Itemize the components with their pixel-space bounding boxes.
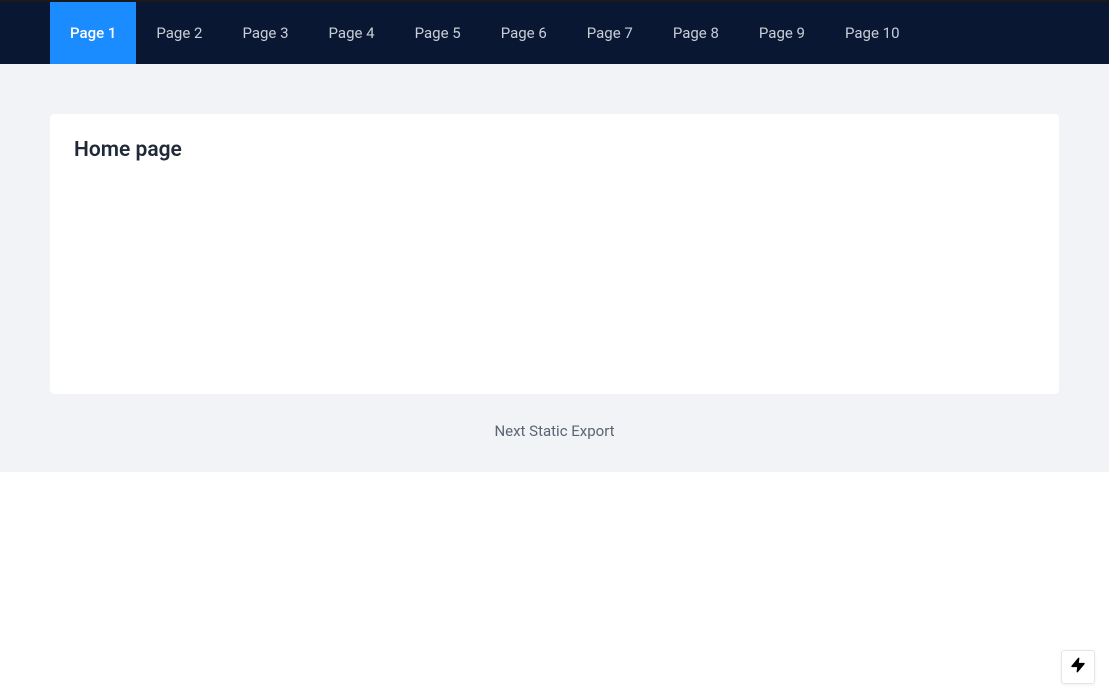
nav-item-label: Page 2 (156, 24, 202, 42)
nav-item-label: Page 5 (415, 24, 461, 42)
page-wrapper: Page 1 Page 2 Page 3 Page 4 Page 5 Page … (0, 0, 1109, 472)
nav-item-page-1[interactable]: Page 1 (50, 2, 136, 64)
footer-text: Next Static Export (494, 422, 614, 440)
nav-item-page-4[interactable]: Page 4 (309, 2, 395, 64)
nav-item-page-2[interactable]: Page 2 (136, 2, 222, 64)
nav-item-label: Page 6 (501, 24, 547, 42)
nav-item-page-6[interactable]: Page 6 (481, 2, 567, 64)
nav-item-page-3[interactable]: Page 3 (222, 2, 308, 64)
nav-item-label: Page 4 (329, 24, 375, 42)
nav-item-label: Page 3 (242, 24, 288, 42)
nav-item-label: Page 9 (759, 24, 805, 42)
footer: Next Static Export (0, 394, 1109, 472)
top-nav: Page 1 Page 2 Page 3 Page 4 Page 5 Page … (0, 0, 1109, 64)
nav-item-page-10[interactable]: Page 10 (825, 2, 920, 64)
nav-item-page-8[interactable]: Page 8 (653, 2, 739, 64)
nav-item-label: Page 10 (845, 24, 900, 42)
lightning-icon (1070, 657, 1086, 677)
nav-item-page-9[interactable]: Page 9 (739, 2, 825, 64)
nav-item-label: Page 7 (587, 24, 633, 42)
page-title: Home page (74, 138, 1035, 162)
nav-item-label: Page 1 (70, 24, 116, 42)
dev-badge[interactable] (1061, 650, 1095, 684)
main-card: Home page (50, 114, 1059, 394)
content-area: Home page (0, 64, 1109, 394)
nav-item-label: Page 8 (673, 24, 719, 42)
nav-item-page-5[interactable]: Page 5 (395, 2, 481, 64)
nav-item-page-7[interactable]: Page 7 (567, 2, 653, 64)
